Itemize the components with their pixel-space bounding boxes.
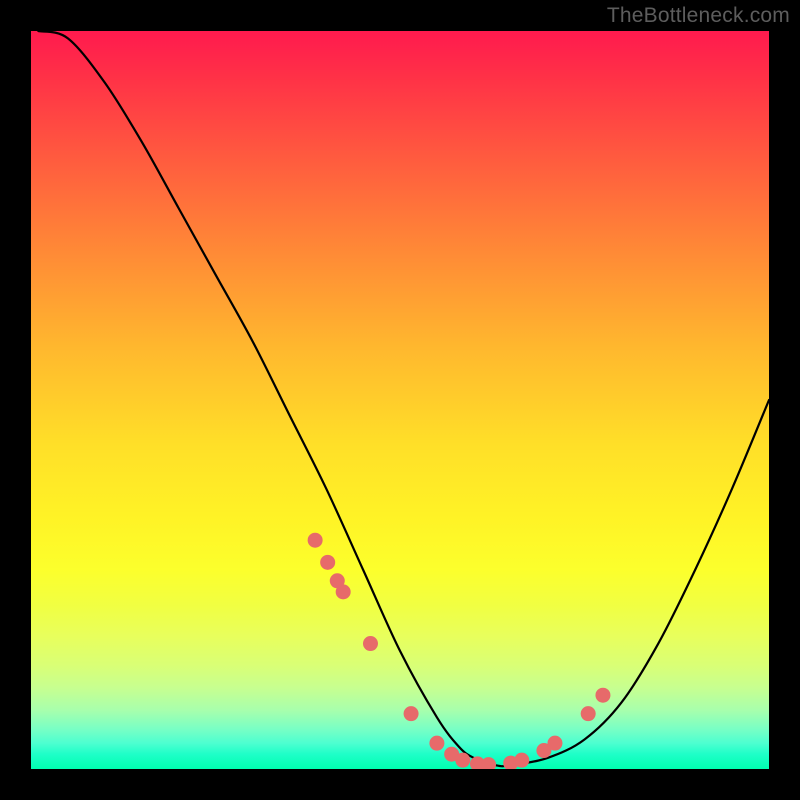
plot-area xyxy=(31,31,769,769)
marker-dot xyxy=(336,584,351,599)
chart-frame: TheBottleneck.com xyxy=(0,0,800,800)
marker-dot xyxy=(547,736,562,751)
marker-dot xyxy=(429,736,444,751)
curve-line xyxy=(38,31,769,766)
marker-dot xyxy=(481,757,496,769)
marker-dot xyxy=(595,688,610,703)
marker-dot xyxy=(308,533,323,548)
watermark-text: TheBottleneck.com xyxy=(607,4,790,28)
marker-dot xyxy=(514,753,529,768)
marker-dots xyxy=(308,533,611,769)
marker-dot xyxy=(455,753,470,768)
marker-dot xyxy=(363,636,378,651)
marker-dot xyxy=(581,706,596,721)
marker-dot xyxy=(320,555,335,570)
marker-dot xyxy=(404,706,419,721)
chart-svg xyxy=(31,31,769,769)
